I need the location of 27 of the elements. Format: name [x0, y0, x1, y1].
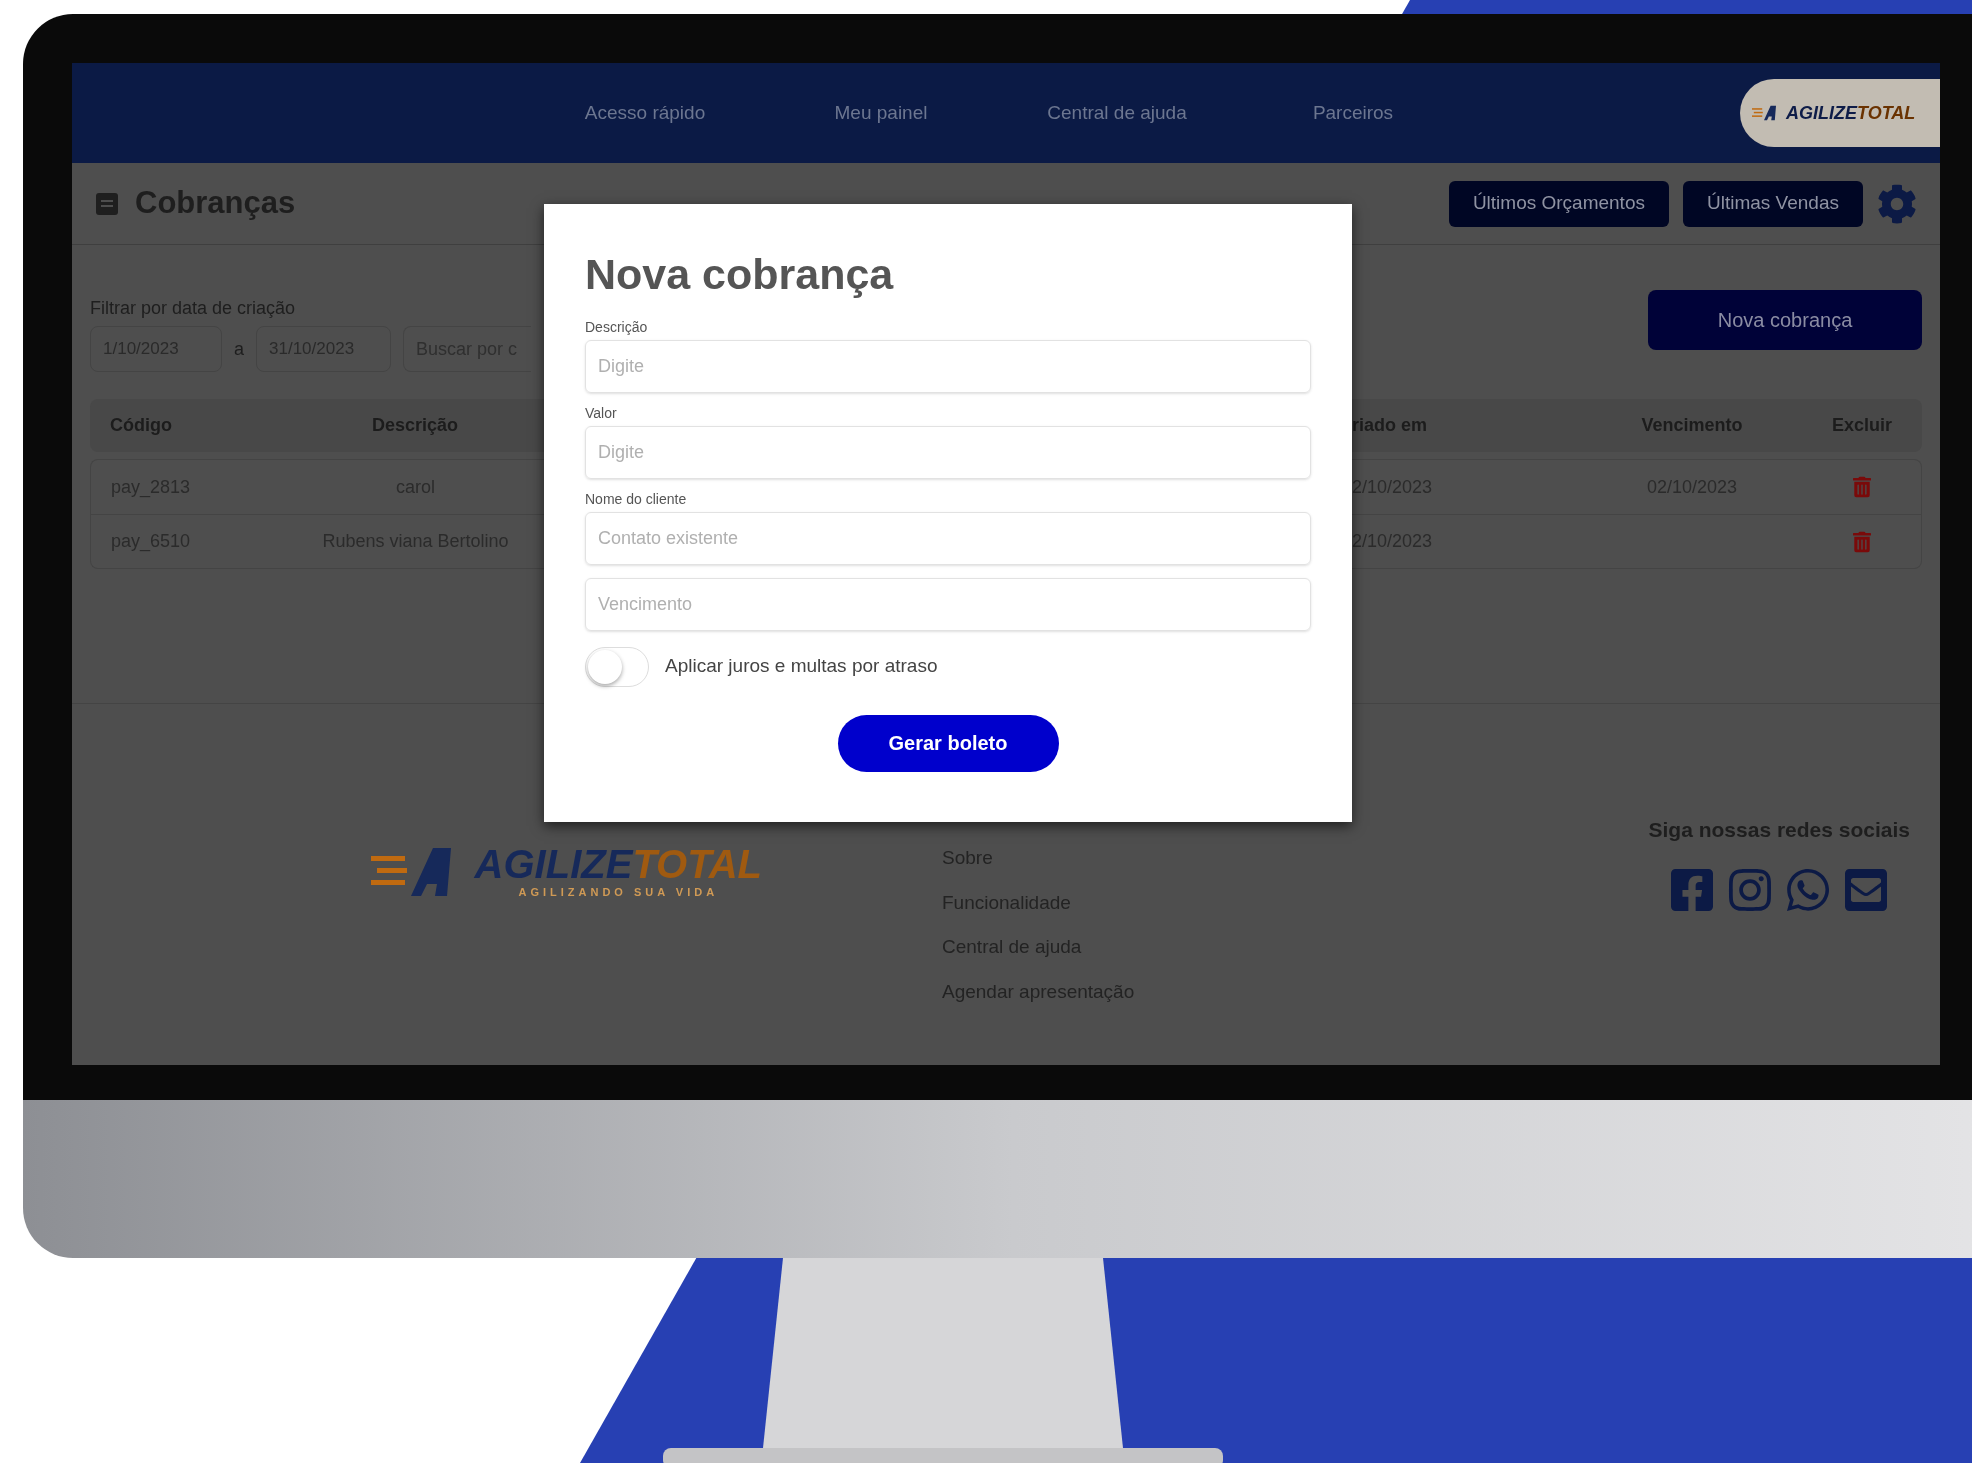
field-label: Descrição — [585, 317, 649, 337]
generate-button[interactable]: Gerar boleto — [837, 714, 1059, 772]
toggle-switch[interactable] — [585, 646, 649, 687]
trash-icon[interactable] — [1852, 530, 1871, 553]
settings-icon[interactable] — [1877, 183, 1917, 224]
logo-text: TOTAL — [632, 844, 762, 884]
trash-icon[interactable] — [1852, 476, 1871, 498]
input-field[interactable]: Contato existente — [585, 511, 1311, 565]
logo-text: AGILIZE — [1786, 101, 1857, 125]
nav-link[interactable]: Acesso rápido — [527, 98, 763, 128]
logo-tagline: AGILIZANDO SUA VIDA — [518, 885, 719, 900]
header-button[interactable]: Últimas Vendas — [1683, 180, 1863, 227]
modal-title: Nova cobrança — [585, 249, 895, 300]
header-button[interactable]: Últimos Orçamentos — [1448, 180, 1669, 227]
nav-link[interactable]: Meu painel — [763, 98, 999, 128]
input-field[interactable]: Vencimento — [585, 577, 1311, 631]
logo-text: TOTAL — [1857, 101, 1916, 125]
new-charge-button[interactable]: Nova cobrança — [1648, 290, 1922, 350]
nav-link[interactable]: Central de ajuda — [999, 98, 1235, 128]
field-label: Nome do cliente — [585, 489, 688, 509]
nav-link[interactable]: Parceiros — [1235, 98, 1471, 128]
toggle-label: Aplicar juros e multas por atraso — [665, 654, 938, 679]
input-field[interactable]: Digite — [585, 425, 1311, 479]
field-label: Valor — [585, 403, 618, 423]
document-icon — [95, 191, 119, 216]
input-field[interactable]: Digite — [585, 339, 1311, 393]
logo-text: AGILIZE — [474, 844, 633, 884]
